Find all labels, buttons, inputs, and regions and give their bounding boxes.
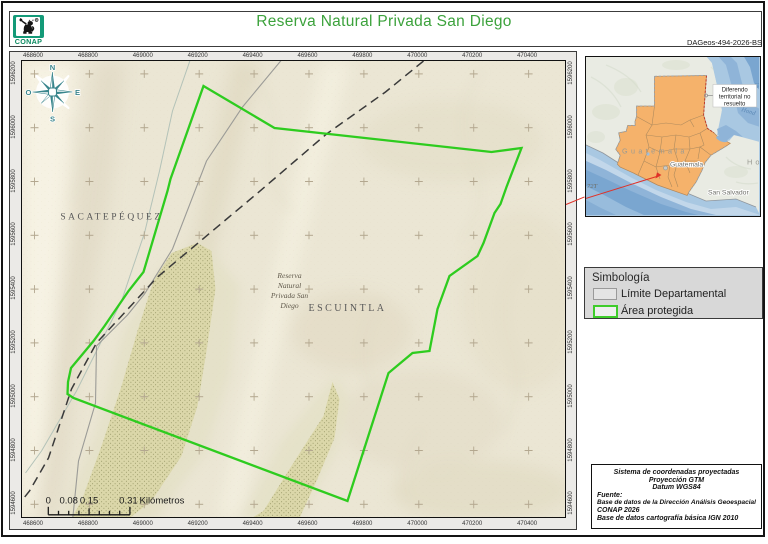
svg-text:Diferendo: Diferendo bbox=[721, 87, 748, 93]
svg-text:0.31: 0.31 bbox=[119, 496, 138, 507]
svg-text:72T: 72T bbox=[587, 182, 597, 189]
svg-text:Diego: Diego bbox=[279, 301, 299, 310]
svg-text:Kilómetros: Kilómetros bbox=[139, 496, 184, 507]
svg-text:E: E bbox=[74, 88, 79, 97]
svg-text:Ho: Ho bbox=[746, 157, 759, 166]
svg-text:territorial no: territorial no bbox=[718, 94, 750, 100]
svg-text:resuelto: resuelto bbox=[724, 101, 746, 107]
svg-text:0: 0 bbox=[45, 496, 50, 507]
svg-text:Guatemala: Guatemala bbox=[621, 146, 687, 155]
svg-text:0.08: 0.08 bbox=[59, 496, 78, 507]
svg-text:ESCUINTLA: ESCUINTLA bbox=[308, 303, 386, 314]
svg-text:Natural: Natural bbox=[276, 281, 300, 290]
svg-text:Reserva: Reserva bbox=[276, 271, 301, 280]
svg-text:Guatemala: Guatemala bbox=[669, 161, 702, 168]
svg-text:S: S bbox=[49, 115, 54, 124]
svg-text:N: N bbox=[49, 63, 54, 72]
svg-text:SACATEPÉQUEZ: SACATEPÉQUEZ bbox=[60, 211, 162, 223]
svg-text:Privada San: Privada San bbox=[269, 291, 308, 300]
svg-text:0.15: 0.15 bbox=[79, 496, 98, 507]
svg-text:San Salvador: San Salvador bbox=[707, 189, 748, 196]
svg-text:O: O bbox=[25, 88, 31, 97]
